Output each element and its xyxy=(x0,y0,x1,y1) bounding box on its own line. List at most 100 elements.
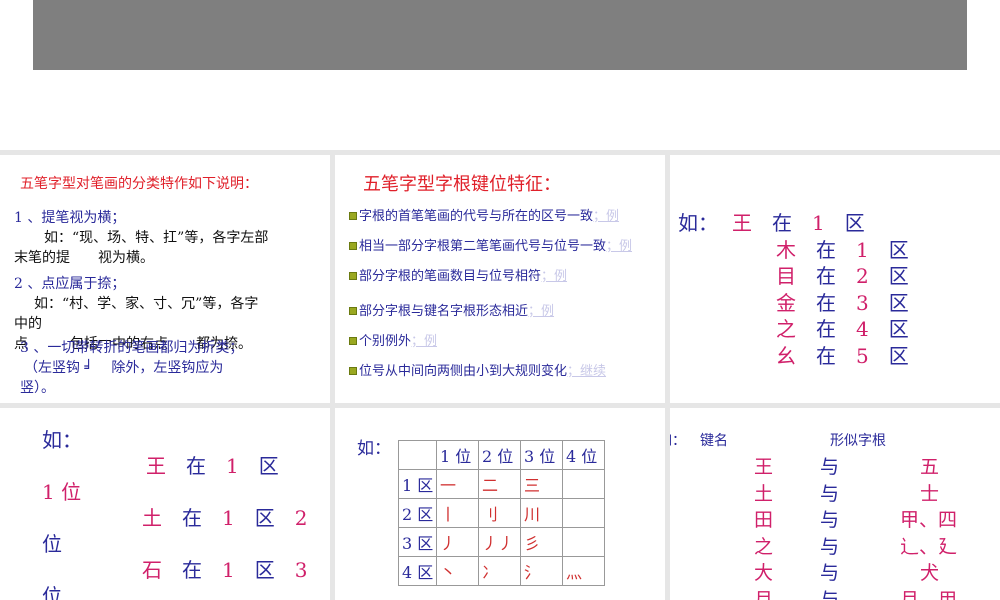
table-cell: 丿丿 xyxy=(478,527,521,557)
example-row: 土 在 1 区 2 xyxy=(142,506,308,530)
example-row: 王 在 1 区 xyxy=(732,211,865,235)
example-row: 幺 在 5 区 xyxy=(776,343,909,368)
header-cell: 4 位 xyxy=(562,440,605,470)
table-cell: 彡 xyxy=(520,527,563,557)
bullet-item: 个别例外；例 xyxy=(349,330,437,349)
header-cell xyxy=(398,440,437,470)
slide-title: 五笔字型字根键位特征： xyxy=(363,174,561,195)
bullet-icon xyxy=(349,212,357,220)
example-row: 石 在 1 区 3 xyxy=(142,558,308,582)
similar-root-cell: 与 xyxy=(820,535,840,558)
table-row: 2 区丨刂川 xyxy=(398,498,605,528)
table-row: 1 区一二三 xyxy=(398,469,605,499)
bullet-item: 位号从中间向两侧由小到大规则变化；继续 xyxy=(349,360,606,379)
table-cell: 丶 xyxy=(436,556,479,586)
slide-1[interactable]: 五笔字型对笔画的分类特作如下说明： 1 、提笔视为横； 如：“现、场、特、扛”等… xyxy=(0,155,330,403)
label: 如： xyxy=(678,211,718,235)
bullet-item: 部分字根的笔画数目与位号相符；例 xyxy=(349,265,567,284)
table-cell: 丨 xyxy=(436,498,479,528)
bullet-item: 字根的首笔笔画的代号与所在的区号一致；例 xyxy=(349,205,619,224)
table-row: 3 区丿丿丿彡 xyxy=(398,527,605,557)
text: 末笔的提 视为横。 xyxy=(14,250,154,266)
table-cell: 4 区 xyxy=(398,556,437,586)
header-cell: 1 位 xyxy=(436,440,479,470)
similar-root-cell: 大 xyxy=(754,562,774,584)
table-row: 4 区丶冫氵灬 xyxy=(398,556,605,586)
similar-root-cell: 王 xyxy=(754,456,774,478)
text: 如：“现、场、特、扛”等，各字左部 xyxy=(44,230,269,246)
example-link[interactable]: ；例 xyxy=(593,209,619,224)
similar-root-cell: 田 xyxy=(754,509,774,531)
text: 位 xyxy=(42,532,62,556)
example-link[interactable]: ；例 xyxy=(411,334,437,349)
slide-4[interactable]: 如： 王 在 1 区 1 位 土 在 1 区 2 位 石 在 1 区 3 位 xyxy=(0,408,330,600)
bullet-icon xyxy=(349,367,357,375)
slide-3[interactable]: 如： 王 在 1 区木 在 1 区目 在 2 区金 在 3 区之 在 4 区幺 … xyxy=(670,155,1000,403)
bullet-icon xyxy=(349,307,357,315)
similar-root-cell: 犬 xyxy=(920,562,940,584)
table-cell xyxy=(562,469,605,499)
table-cell: 灬 xyxy=(562,556,605,586)
table-cell: 二 xyxy=(478,469,521,499)
table-header-row: 1 位2 位3 位4 位 xyxy=(398,440,605,470)
similar-root-cell: 与 xyxy=(820,509,840,531)
label: 如： xyxy=(42,428,82,452)
title-bar xyxy=(33,0,967,70)
text: 3 、一切带转折的笔画都归为折类； xyxy=(20,340,244,356)
example-row: 王 在 1 区 xyxy=(146,454,279,478)
similar-root-cell: 土 xyxy=(754,482,774,505)
slide-sorter: 五笔字型对笔画的分类特作如下说明： 1 、提笔视为横； 如：“现、场、特、扛”等… xyxy=(0,150,1000,600)
similar-root-cell: 与 xyxy=(820,562,840,584)
text: 位 xyxy=(42,584,62,600)
header-cell: 2 位 xyxy=(478,440,521,470)
table-cell: 冫 xyxy=(478,556,521,586)
example-row: 目 在 2 区 xyxy=(776,264,909,288)
table-cell: 1 区 xyxy=(398,469,437,499)
column-header: 键名 xyxy=(700,433,728,449)
table-cell: 丿 xyxy=(436,527,479,557)
example-link[interactable]: ；例 xyxy=(528,304,554,319)
similar-root-cell: 与 xyxy=(820,456,840,478)
stroke-table: 1 位2 位3 位4 位1 区一二三2 区丨刂川3 区丿丿丿彡 4 区丶冫氵灬 xyxy=(398,440,605,586)
bullet-icon xyxy=(349,242,357,250)
text: 如：“村、学、家、寸、冗”等，各字 xyxy=(34,296,259,312)
bullet-item: 部分字根与键名字根形态相近；例 xyxy=(349,300,554,319)
text: 2 、点应属于捺； xyxy=(14,276,126,292)
table-cell xyxy=(562,498,605,528)
similar-root-cell: 之 xyxy=(754,535,774,558)
text: 1 位 xyxy=(42,480,82,504)
table-cell: 川 xyxy=(520,498,563,528)
slide-title: 五笔字型对笔画的分类特作如下说明： xyxy=(20,176,258,192)
example-row: 金 在 3 区 xyxy=(776,290,909,315)
column-header: 形似字根 xyxy=(830,433,886,449)
example-link[interactable]: ；例 xyxy=(606,239,632,254)
table-cell: 3 区 xyxy=(398,527,437,557)
table-cell: 2 区 xyxy=(398,498,437,528)
slide-6[interactable]: 如： 键名 形似字根 王与五土与士田与甲、四之与辶、廴大与犬月与月、用 xyxy=(670,408,1000,600)
similar-root-cell: 五 xyxy=(920,456,940,478)
label: 如： xyxy=(357,439,391,459)
example-row: 之 在 4 区 xyxy=(776,317,909,341)
label: 如： xyxy=(670,433,686,449)
bullet-icon xyxy=(349,337,357,345)
bullet-icon xyxy=(349,272,357,280)
table-cell: 三 xyxy=(520,469,563,499)
continue-link[interactable]: ；继续 xyxy=(567,364,606,379)
similar-root-cell: 与 xyxy=(820,588,840,600)
slide-5[interactable]: 如： 1 位2 位3 位4 位1 区一二三2 区丨刂川3 区丿丿丿彡 4 区丶冫氵… xyxy=(335,408,665,600)
bullet-item: 相当一部分字根第二笔笔画代号与位号一致；例 xyxy=(349,235,632,254)
slide-2[interactable]: 五笔字型字根键位特征： 字根的首笔笔画的代号与所在的区号一致；例 相当一部分字根… xyxy=(335,155,665,403)
similar-root-cell: 士 xyxy=(920,482,940,505)
text: 中的 xyxy=(14,316,42,332)
similar-root-cell: 辶、廴 xyxy=(900,535,958,558)
similar-root-cell: 月 xyxy=(754,588,774,600)
table-cell: 刂 xyxy=(478,498,521,528)
text: 1 、提笔视为横； xyxy=(14,210,126,226)
header-cell: 3 位 xyxy=(520,440,563,470)
text: 竖）。 xyxy=(20,380,55,396)
example-link[interactable]: ；例 xyxy=(541,269,567,284)
text: （左竖钩 ╛ 除外，左竖钩应为 xyxy=(24,360,224,376)
table-cell xyxy=(562,527,605,557)
table-cell: 一 xyxy=(436,469,479,499)
table-cell: 氵 xyxy=(520,556,563,586)
